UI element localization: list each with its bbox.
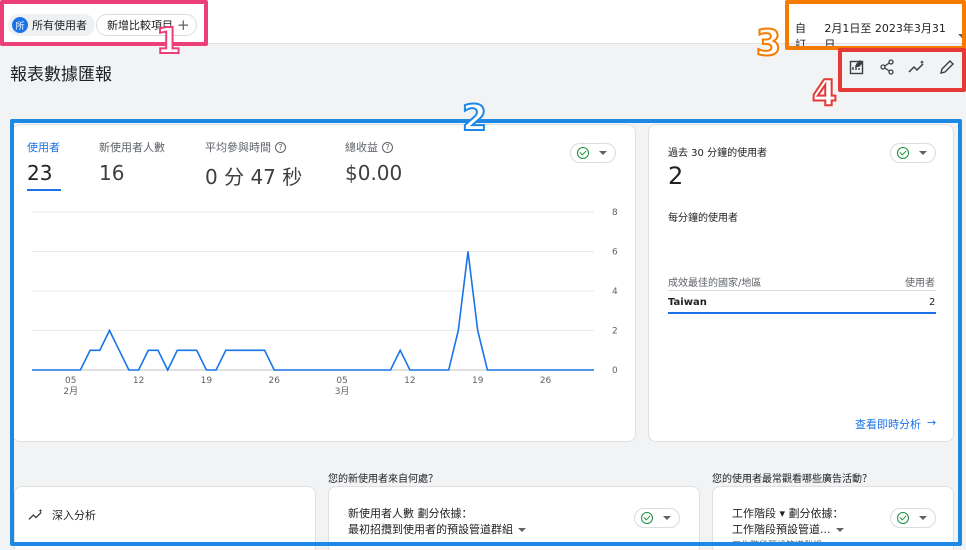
annotation-label-2: 2 — [461, 98, 488, 139]
annotation-box-3 — [785, 0, 966, 50]
annotation-label-1: 1 — [155, 21, 182, 62]
annotation-label-4: 4 — [811, 73, 838, 114]
annotation-label-3: 3 — [755, 23, 782, 64]
annotation-box-2 — [10, 119, 962, 546]
annotation-box-4 — [838, 48, 966, 92]
